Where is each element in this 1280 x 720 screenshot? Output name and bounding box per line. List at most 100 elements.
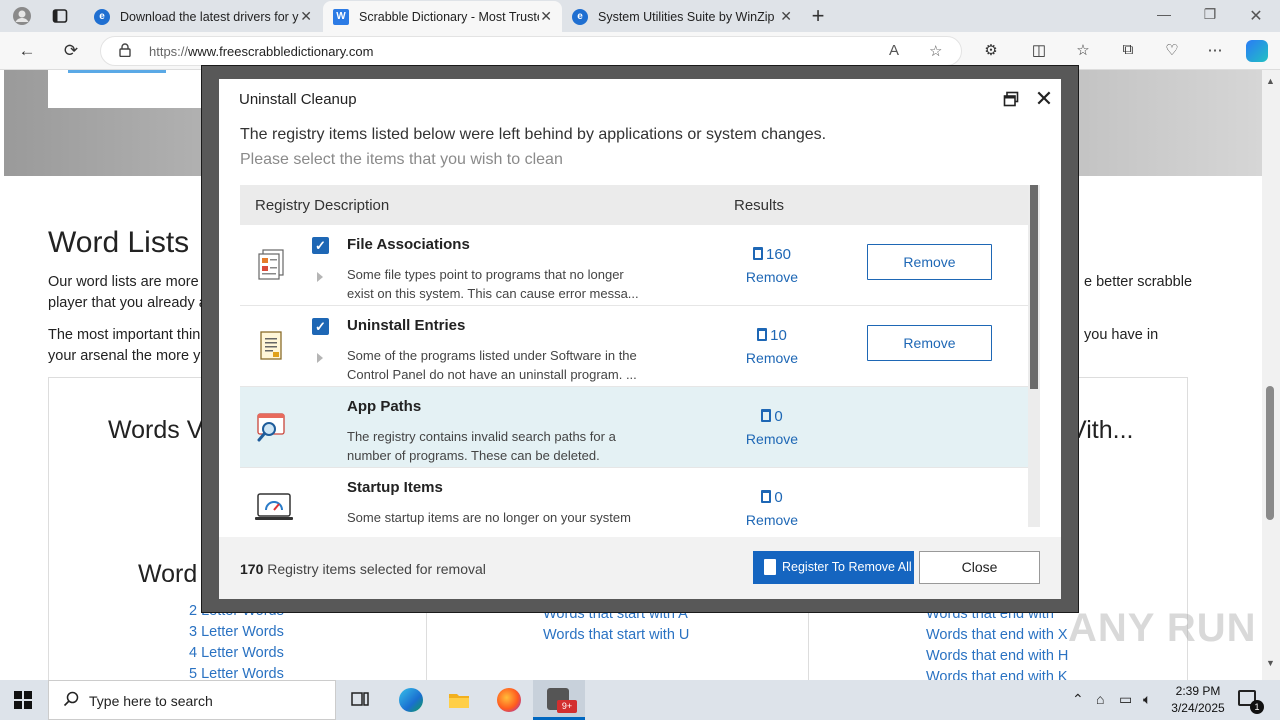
windows-start-icon[interactable] — [14, 691, 32, 709]
trash-icon — [761, 409, 772, 422]
result-count: 0 — [736, 408, 808, 425]
trash-icon — [757, 328, 768, 341]
notification-badge: 1 — [1250, 700, 1264, 714]
active-app-tile[interactable]: 9+ — [533, 680, 585, 720]
remove-link[interactable]: Remove — [736, 350, 808, 366]
system-clock[interactable]: 2:39 PM 3/24/2025 — [1168, 683, 1228, 717]
remove-link[interactable]: Remove — [736, 512, 808, 527]
split-screen-icon[interactable]: ◫ — [1028, 41, 1050, 59]
table-row: Startup Items Some startup items are no … — [240, 468, 1028, 527]
trash-icon — [764, 559, 776, 575]
trash-icon — [761, 490, 772, 503]
file-explorer-icon[interactable] — [447, 688, 471, 712]
chevron-up-icon[interactable]: ⌃ — [1072, 691, 1084, 708]
firefox-icon[interactable] — [497, 688, 521, 712]
dialog-instruction: Please select the items that you wish to… — [240, 151, 563, 168]
register-to-remove-all-button[interactable]: Register To Remove All — [753, 551, 914, 584]
dialog-close-icon[interactable]: ✕ — [1034, 87, 1054, 111]
collections-icon[interactable]: ⧉ — [1117, 41, 1139, 58]
remove-link[interactable]: Remove — [736, 269, 808, 285]
uninstall-entries-icon — [254, 328, 288, 362]
volume-icon[interactable]: 🔈︎ — [1143, 691, 1151, 708]
badge-icon: 9+ — [557, 700, 577, 713]
search-placeholder: Type here to search — [89, 693, 213, 709]
link-start-u[interactable]: Words that start with U — [543, 627, 689, 643]
row-name: Startup Items — [347, 479, 443, 496]
close-icon[interactable]: ✕ — [780, 8, 792, 25]
restore-window-icon[interactable] — [1003, 91, 1021, 109]
edge-taskbar-icon[interactable] — [399, 688, 423, 712]
close-button[interactable]: Close — [919, 551, 1040, 584]
table-scrollbar[interactable] — [1028, 185, 1040, 527]
link-end-x[interactable]: Words that end with X — [926, 627, 1068, 643]
dialog-subtitle: The registry items listed below were lef… — [240, 126, 827, 143]
row-name: Uninstall Entries — [347, 317, 466, 334]
tab-actions-icon[interactable] — [48, 4, 72, 28]
refresh-icon[interactable]: ⟳ — [60, 40, 82, 62]
result-count: 160 — [736, 246, 808, 263]
window-close-icon[interactable]: ✕ — [1246, 6, 1266, 26]
row-description: Some of the programs listed under Softwa… — [347, 348, 637, 382]
table-row: App Paths The registry contains invalid … — [240, 387, 1028, 468]
favorite-star-icon[interactable]: ☆ — [929, 42, 942, 60]
link-end-h[interactable]: Words that end with H — [926, 648, 1068, 664]
scrollbar-thumb[interactable] — [1266, 386, 1274, 520]
watermark-logo: ANY RUN — [1068, 606, 1257, 650]
scroll-up-icon[interactable]: ▲ — [1266, 76, 1275, 86]
table-scrollbar-thumb[interactable] — [1030, 185, 1038, 389]
taskbar-search[interactable]: Type here to search — [48, 680, 336, 720]
minimize-icon[interactable]: — — [1154, 6, 1174, 22]
page-heading: Word Lists — [48, 226, 190, 259]
address-bar[interactable]: https://www.freescrabbledictionary.com A… — [100, 36, 962, 66]
scroll-down-icon[interactable]: ▼ — [1266, 658, 1275, 668]
link-5-letter[interactable]: 5 Letter Words — [189, 666, 284, 680]
hero-button[interactable] — [68, 70, 166, 73]
back-icon[interactable]: ← — [16, 40, 38, 62]
close-icon[interactable]: ✕ — [540, 8, 552, 25]
taskbar: Type here to search 9+ ⌃ ⌂ ▭ 🔈︎ 2:39 PM … — [0, 680, 1280, 720]
profile-avatar-icon[interactable] — [10, 4, 34, 28]
column-header-description: Registry Description — [255, 197, 390, 214]
startup-items-icon — [254, 490, 293, 524]
remove-link[interactable]: Remove — [736, 431, 808, 447]
copilot-icon[interactable] — [1246, 40, 1268, 62]
extensions-icon[interactable]: ⚙ — [980, 41, 1002, 59]
search-icon — [63, 691, 79, 712]
expand-arrow-icon[interactable] — [317, 353, 323, 363]
read-aloud-icon[interactable]: A — [889, 42, 899, 59]
favorites-icon[interactable]: ☆ — [1072, 41, 1094, 59]
intro-paragraph: Our word lists are more player that you a… — [48, 274, 207, 311]
restore-icon[interactable]: ❐ — [1200, 6, 1220, 23]
expand-arrow-icon[interactable] — [317, 272, 323, 282]
url-text: https://www.freescrabbledictionary.com — [149, 44, 374, 59]
link-end-k[interactable]: Words that end with K — [926, 669, 1068, 680]
row-checkbox[interactable]: ✓ — [312, 318, 329, 335]
dialog-title: Uninstall Cleanup — [239, 91, 357, 108]
more-menu-icon[interactable]: ⋯ — [1204, 41, 1226, 59]
table-row: ✓ File Associations Some file types poin… — [240, 225, 1028, 306]
tab-title: Scrabble Dictionary - Most Truste — [359, 9, 539, 24]
meet-icon[interactable]: ⌂ — [1096, 691, 1104, 707]
edge-icon: e — [94, 8, 110, 25]
task-view-icon[interactable] — [349, 688, 373, 712]
row-checkbox[interactable]: ✓ — [312, 237, 329, 254]
browser-essentials-icon[interactable]: ♡ — [1161, 41, 1183, 59]
link-3-letter[interactable]: 3 Letter Words — [189, 624, 284, 640]
remove-button[interactable]: Remove — [867, 244, 992, 280]
row-description: Some startup items are no longer on your… — [347, 510, 631, 525]
network-icon[interactable]: ▭ — [1119, 691, 1132, 708]
new-tab-icon[interactable]: + — [806, 3, 830, 28]
lock-icon — [119, 43, 131, 60]
result-count: 10 — [736, 327, 808, 344]
row-description: Some file types point to programs that n… — [347, 267, 639, 301]
tab-winzip[interactable]: e System Utilities Suite by WinZip ✕ — [562, 1, 802, 32]
link-4-letter[interactable]: 4 Letter Words — [189, 645, 284, 661]
file-associations-icon — [254, 247, 288, 281]
row-name: App Paths — [347, 398, 422, 415]
tab-drivers[interactable]: e Download the latest drivers for y ✕ — [84, 1, 322, 32]
uninstall-cleanup-dialog: Uninstall Cleanup ✕ The registry items l… — [219, 79, 1061, 599]
tab-scrabble[interactable]: W Scrabble Dictionary - Most Truste ✕ — [323, 1, 562, 32]
close-icon[interactable]: ✕ — [300, 8, 312, 25]
page-scrollbar[interactable]: ▲ ▼ — [1262, 70, 1280, 680]
remove-button[interactable]: Remove — [867, 325, 992, 361]
